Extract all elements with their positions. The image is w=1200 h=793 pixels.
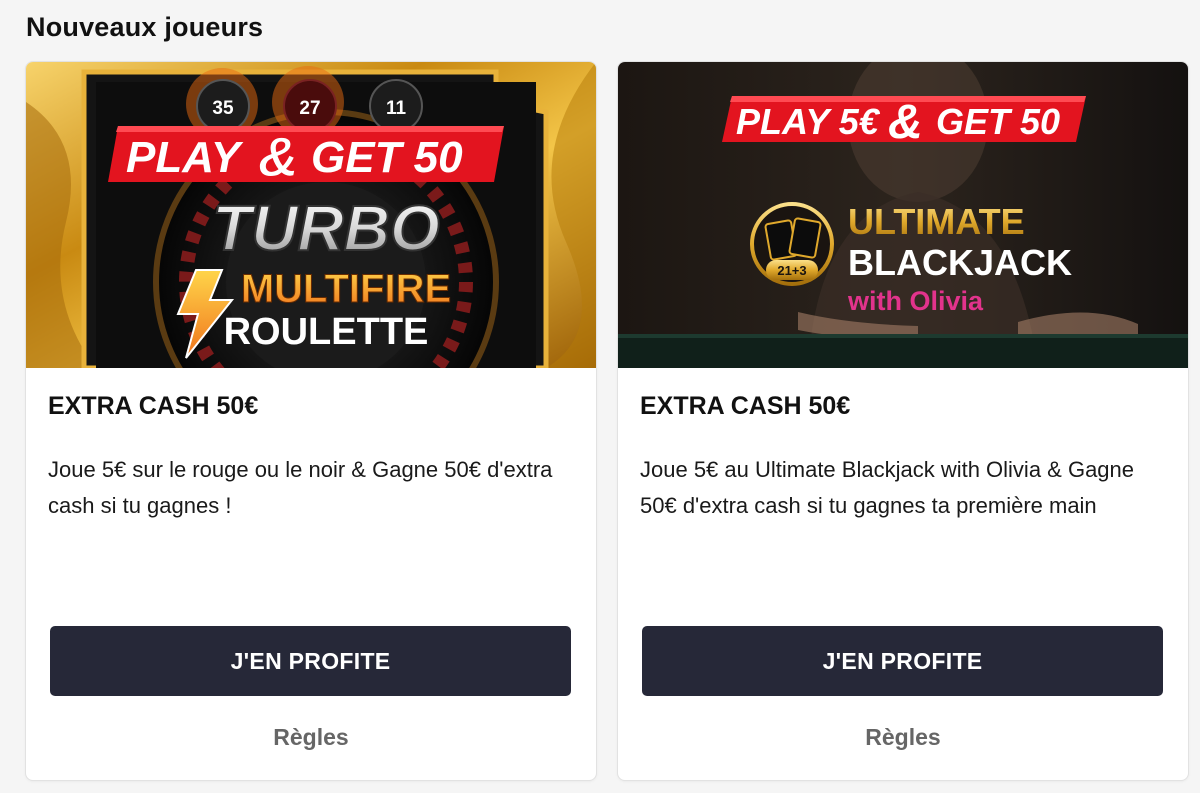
roulette-text: ROULETTE bbox=[224, 311, 429, 353]
svg-text:GET 50: GET 50 bbox=[311, 133, 463, 182]
play-get-50-logo: PLAY & GET 50 bbox=[108, 125, 504, 189]
claim-offer-button[interactable]: J'EN PROFITE bbox=[642, 626, 1163, 696]
promo-banner-blackjack[interactable]: PLAY 5€ & GET 50 21+3 ULTIMATE BLACKJACK… bbox=[618, 62, 1188, 368]
svg-text:&: & bbox=[258, 125, 298, 188]
svg-text:PLAY 5€: PLAY 5€ bbox=[736, 101, 881, 142]
with-olivia-text: with Olivia bbox=[847, 286, 984, 316]
svg-text:35: 35 bbox=[212, 98, 234, 119]
card-description: Joue 5€ au Ultimate Blackjack with Olivi… bbox=[640, 457, 1135, 518]
svg-text:27: 27 bbox=[299, 98, 320, 119]
svg-text:11: 11 bbox=[386, 98, 407, 119]
ultimate-text: ULTIMATE bbox=[848, 201, 1025, 242]
promo-banner-roulette[interactable]: 35 27 11 PLAY & GET 50 TURBO MULTIFIRE R… bbox=[26, 62, 596, 368]
turbo-text: TURBO bbox=[212, 192, 440, 264]
multifire-text: MULTIFIRE bbox=[241, 267, 451, 311]
section-title: Nouveaux joueurs bbox=[26, 12, 264, 42]
play-5-get-50-logo: PLAY 5€ & GET 50 bbox=[722, 96, 1086, 149]
blackjack-text: BLACKJACK bbox=[848, 242, 1072, 283]
rules-link[interactable]: Règles bbox=[26, 724, 596, 751]
promo-card-roulette: 35 27 11 PLAY & GET 50 TURBO MULTIFIRE R… bbox=[26, 62, 596, 780]
roulette-ball-1: 35 bbox=[196, 79, 250, 133]
roulette-ball-3: 11 bbox=[369, 79, 423, 133]
rules-link[interactable]: Règles bbox=[618, 724, 1188, 751]
card-description: Joue 5€ sur le rouge ou le noir & Gagne … bbox=[48, 457, 553, 518]
promo-card-blackjack: PLAY 5€ & GET 50 21+3 ULTIMATE BLACKJACK… bbox=[618, 62, 1188, 780]
svg-text:21+3: 21+3 bbox=[777, 263, 806, 278]
blackjack-banner-image: PLAY 5€ & GET 50 21+3 ULTIMATE BLACKJACK… bbox=[618, 62, 1188, 368]
svg-text:&: & bbox=[888, 96, 923, 149]
card-title: EXTRA CASH 50€ bbox=[640, 392, 851, 420]
svg-text:PLAY: PLAY bbox=[126, 133, 244, 182]
claim-offer-button[interactable]: J'EN PROFITE bbox=[50, 626, 571, 696]
roulette-banner-image: 35 27 11 PLAY & GET 50 TURBO MULTIFIRE R… bbox=[26, 62, 596, 368]
svg-text:GET 50: GET 50 bbox=[936, 101, 1060, 142]
cards-badge-icon: 21+3 bbox=[750, 202, 834, 286]
card-title: EXTRA CASH 50€ bbox=[48, 392, 259, 420]
